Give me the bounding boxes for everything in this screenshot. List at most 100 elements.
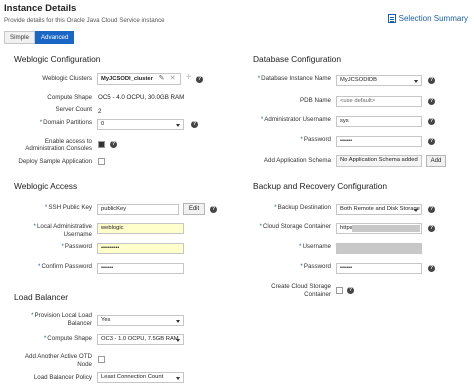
lb-compute-shape-label-text: Compute Shape: [47, 335, 92, 342]
remove-cluster-icon[interactable]: ✕: [169, 75, 176, 82]
selection-summary-label: Selection Summary: [398, 14, 468, 23]
local-admin-username-input[interactable]: weblogic: [97, 223, 184, 234]
backup-destination-label-text: Backup Destination: [277, 204, 331, 211]
cloud-container-label: *Cloud Storage Container: [247, 223, 331, 231]
database-config-heading: Database Configuration: [253, 54, 341, 64]
help-icon[interactable]: ?: [428, 225, 435, 232]
another-otd-checkbox[interactable]: [98, 356, 105, 363]
provision-lb-select[interactable]: Yes: [97, 315, 184, 326]
required-marker: *: [43, 335, 47, 342]
weblogic-config-heading: Weblogic Configuration: [14, 54, 101, 64]
backup-username-label-text: Username: [302, 243, 331, 250]
required-marker: *: [33, 223, 36, 230]
load-balancer-heading: Load Balancer: [14, 292, 69, 302]
deploy-sample-label: Deploy Sample Application: [18, 158, 92, 165]
backup-username-input[interactable]: [336, 243, 422, 254]
admin-username-input[interactable]: sys: [336, 116, 422, 127]
confirm-password-label-text: Confirm Password: [41, 263, 92, 270]
help-icon[interactable]: ?: [428, 206, 435, 213]
password-input[interactable]: •••••••••: [97, 243, 184, 254]
edit-pencil-icon[interactable]: ✎: [158, 75, 165, 82]
help-icon[interactable]: ?: [428, 138, 435, 145]
selection-summary-link[interactable]: Selection Summary: [387, 14, 468, 23]
domain-partitions-label: *Domain Partitions: [10, 119, 92, 127]
required-marker: *: [274, 204, 277, 211]
redacted-url: [352, 225, 420, 232]
required-marker: *: [260, 116, 264, 123]
deploy-sample-checkbox[interactable]: [98, 158, 105, 165]
create-container-checkbox[interactable]: [336, 287, 343, 294]
cluster-name-text: MyJCSODI_cluster: [101, 76, 153, 82]
help-icon[interactable]: ?: [110, 141, 117, 148]
summary-list-icon: [387, 14, 396, 23]
help-icon[interactable]: ?: [428, 98, 435, 105]
tab-advanced[interactable]: Advanced: [34, 31, 75, 44]
backup-config-heading: Backup and Recovery Configuration: [253, 181, 388, 191]
required-marker: *: [300, 263, 303, 270]
local-admin-label-text: Local Administrative: [36, 223, 92, 230]
db-instance-select[interactable]: MyJCSODIDB: [336, 75, 422, 86]
backup-destination-label: *Backup Destination: [247, 204, 331, 212]
ssh-key-input[interactable]: publicKey: [97, 204, 179, 215]
add-schema-label: Add Application Schema: [263, 157, 331, 164]
create-container-label-line2: Container: [304, 291, 331, 298]
backup-password-label: *Password: [247, 263, 331, 271]
db-password-label: *Password: [247, 136, 331, 144]
help-icon[interactable]: ?: [428, 265, 435, 272]
backup-destination-select[interactable]: Both Remote and Disk Storage: [336, 204, 422, 215]
help-icon[interactable]: ?: [428, 77, 435, 84]
weblogic-clusters-label: Weblogic Clusters: [42, 75, 92, 82]
admin-username-label: *Administrator Username: [247, 116, 331, 124]
pdb-name-input[interactable]: <use default>: [336, 96, 422, 107]
ssh-key-label: *SSH Public Key: [10, 204, 92, 212]
required-marker: *: [44, 204, 48, 211]
confirm-password-label: *Confirm Password: [10, 263, 92, 271]
cloud-container-label-text: Cloud Storage Container: [262, 223, 331, 230]
server-count-value: 2: [98, 108, 102, 115]
another-otd-label-line1: Add Another Active OTD: [24, 353, 92, 360]
domain-partitions-label-text: Domain Partitions: [43, 119, 92, 126]
local-admin-label-line2: Username: [63, 231, 92, 238]
ssh-edit-button[interactable]: Edit: [183, 203, 205, 215]
password-label: *Password: [10, 243, 92, 251]
help-icon[interactable]: ?: [191, 121, 198, 128]
server-count-label: Server Count: [55, 106, 92, 113]
db-password-label-text: Password: [303, 136, 331, 143]
confirm-password-input[interactable]: ••••••: [97, 263, 184, 274]
domain-partitions-select[interactable]: 0: [97, 119, 184, 130]
compute-shape-label: Compute Shape: [47, 94, 92, 101]
add-cluster-icon[interactable]: +: [185, 73, 192, 83]
help-icon[interactable]: ?: [196, 76, 203, 83]
required-marker: *: [257, 75, 261, 82]
required-marker: *: [259, 223, 262, 230]
required-marker: *: [61, 243, 64, 250]
password-label-text: Password: [64, 243, 92, 250]
tab-simple[interactable]: Simple: [4, 31, 35, 44]
lb-compute-shape-select[interactable]: OC3 - 1.0 OCPU, 7.5GB RAM: [97, 334, 184, 345]
admin-username-label-text: Administrator Username: [264, 116, 331, 123]
admin-console-checkbox[interactable]: [98, 141, 105, 148]
page-subtitle: Provide details for this Oracle Java Clo…: [4, 17, 165, 24]
db-password-input[interactable]: ••••••: [336, 136, 422, 147]
db-instance-label: *Database Instance Name: [247, 75, 331, 83]
provision-lb-label-line1: *Provision Local Load: [10, 312, 92, 320]
required-marker: *: [300, 136, 303, 143]
ssh-key-label-text: SSH Public Key: [48, 204, 92, 211]
lb-policy-select[interactable]: Least Connection Count: [97, 372, 184, 383]
provision-lb-label-text: Provision Local Load: [34, 312, 92, 319]
help-icon[interactable]: ?: [210, 206, 217, 213]
backup-password-label-text: Password: [303, 263, 331, 270]
help-icon[interactable]: ?: [428, 118, 435, 125]
backup-password-input[interactable]: ••••••: [336, 263, 422, 274]
weblogic-access-heading: Weblogic Access: [14, 181, 78, 191]
provision-lb-label-line2: Balancer: [67, 320, 92, 327]
add-schema-button[interactable]: Add: [426, 155, 446, 167]
compute-shape-value: OC5 - 4.0 OCPU, 30.0GB RAM: [98, 94, 185, 101]
create-container-label-line1: Create Cloud Storage: [271, 283, 331, 290]
backup-username-label: *Username: [247, 243, 331, 251]
mode-tabs: Simple Advanced: [4, 31, 75, 44]
db-instance-label-text: Database Instance Name: [261, 75, 331, 82]
required-marker: *: [39, 119, 43, 126]
admin-console-label-line2: Administration Consoles: [25, 145, 92, 152]
help-icon[interactable]: ?: [347, 287, 354, 294]
